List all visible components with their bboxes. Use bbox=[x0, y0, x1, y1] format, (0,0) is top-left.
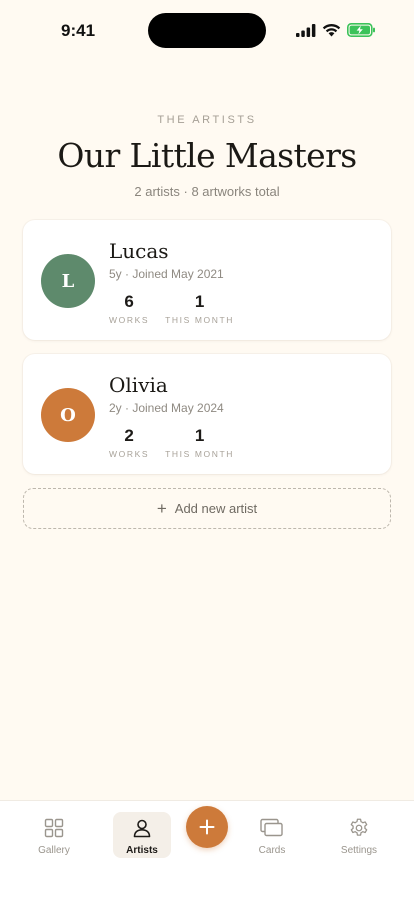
stat-works-value: 2 bbox=[124, 426, 134, 445]
plus-icon bbox=[199, 819, 215, 835]
page-title: Our Little Masters bbox=[57, 136, 357, 175]
stat-works: 2 WORKS bbox=[109, 426, 150, 460]
tab-settings[interactable]: Settings bbox=[330, 812, 388, 858]
artist-list: L Lucas 5y · Joined May 2021 6 WORKS 1 T… bbox=[23, 220, 391, 488]
stat-this-month: 1 THIS MONTH bbox=[165, 292, 235, 326]
add-artist-label: Add new artist bbox=[174, 501, 258, 516]
avatar: L bbox=[41, 254, 95, 308]
stat-this-month-value: 1 bbox=[194, 426, 205, 445]
stat-this-month-label: THIS MONTH bbox=[165, 449, 235, 459]
tab-bar: Gallery Artists Cards Settings bbox=[0, 800, 414, 900]
stat-this-month-value: 1 bbox=[194, 292, 205, 311]
artist-meta: 5y · Joined May 2021 bbox=[109, 267, 224, 281]
gear-icon bbox=[348, 816, 370, 840]
wifi-icon bbox=[322, 23, 341, 37]
stat-works-label: WORKS bbox=[109, 315, 150, 325]
artist-stats: 2 WORKS 1 THIS MONTH bbox=[109, 426, 235, 460]
dynamic-island bbox=[148, 13, 266, 48]
stat-this-month: 1 THIS MONTH bbox=[165, 426, 235, 460]
artist-name: Lucas bbox=[109, 239, 169, 263]
artist-info: Olivia 2y · Joined May 2024 2 WORKS 1 TH… bbox=[109, 373, 234, 459]
add-fab-button[interactable] bbox=[186, 806, 228, 848]
status-bar: 9:41 bbox=[0, 0, 414, 60]
cards-icon bbox=[260, 816, 284, 840]
add-artist-button[interactable]: + Add new artist bbox=[23, 488, 391, 529]
status-icons bbox=[296, 23, 376, 37]
tab-gallery[interactable]: Gallery bbox=[25, 812, 83, 858]
section-eyebrow: THE ARTISTS bbox=[157, 114, 257, 126]
tab-label: Cards bbox=[258, 845, 286, 856]
artist-info: Lucas 5y · Joined May 2021 6 WORKS 1 THI… bbox=[109, 239, 234, 325]
page-subtitle: 2 artists · 8 artworks total bbox=[134, 184, 280, 199]
avatar: O bbox=[41, 388, 95, 442]
stat-works-value: 6 bbox=[124, 292, 134, 311]
plus-icon: + bbox=[156, 499, 167, 518]
stat-works-label: WORKS bbox=[109, 449, 150, 459]
status-time: 9:41 bbox=[61, 21, 96, 40]
tab-label: Gallery bbox=[38, 845, 70, 856]
stat-works: 6 WORKS bbox=[109, 292, 150, 326]
grid-icon bbox=[44, 816, 64, 840]
tab-cards[interactable]: Cards bbox=[243, 812, 301, 858]
tab-label: Settings bbox=[340, 845, 378, 856]
tab-artists[interactable]: Artists bbox=[113, 812, 171, 858]
battery-charging-icon bbox=[347, 23, 375, 37]
tab-label: Artists bbox=[126, 845, 158, 856]
artist-name: Olivia bbox=[109, 373, 168, 397]
artist-card-lucas[interactable]: L Lucas 5y · Joined May 2021 6 WORKS 1 T… bbox=[23, 220, 391, 340]
artist-card-olivia[interactable]: O Olivia 2y · Joined May 2024 2 WORKS 1 … bbox=[23, 354, 391, 474]
page-header: THE ARTISTS Our Little Masters 2 artists… bbox=[0, 114, 414, 199]
person-icon bbox=[132, 816, 152, 840]
artist-meta: 2y · Joined May 2024 bbox=[109, 401, 224, 415]
artist-stats: 6 WORKS 1 THIS MONTH bbox=[109, 292, 235, 326]
cellular-signal-icon bbox=[296, 23, 316, 37]
stat-this-month-label: THIS MONTH bbox=[165, 315, 235, 325]
